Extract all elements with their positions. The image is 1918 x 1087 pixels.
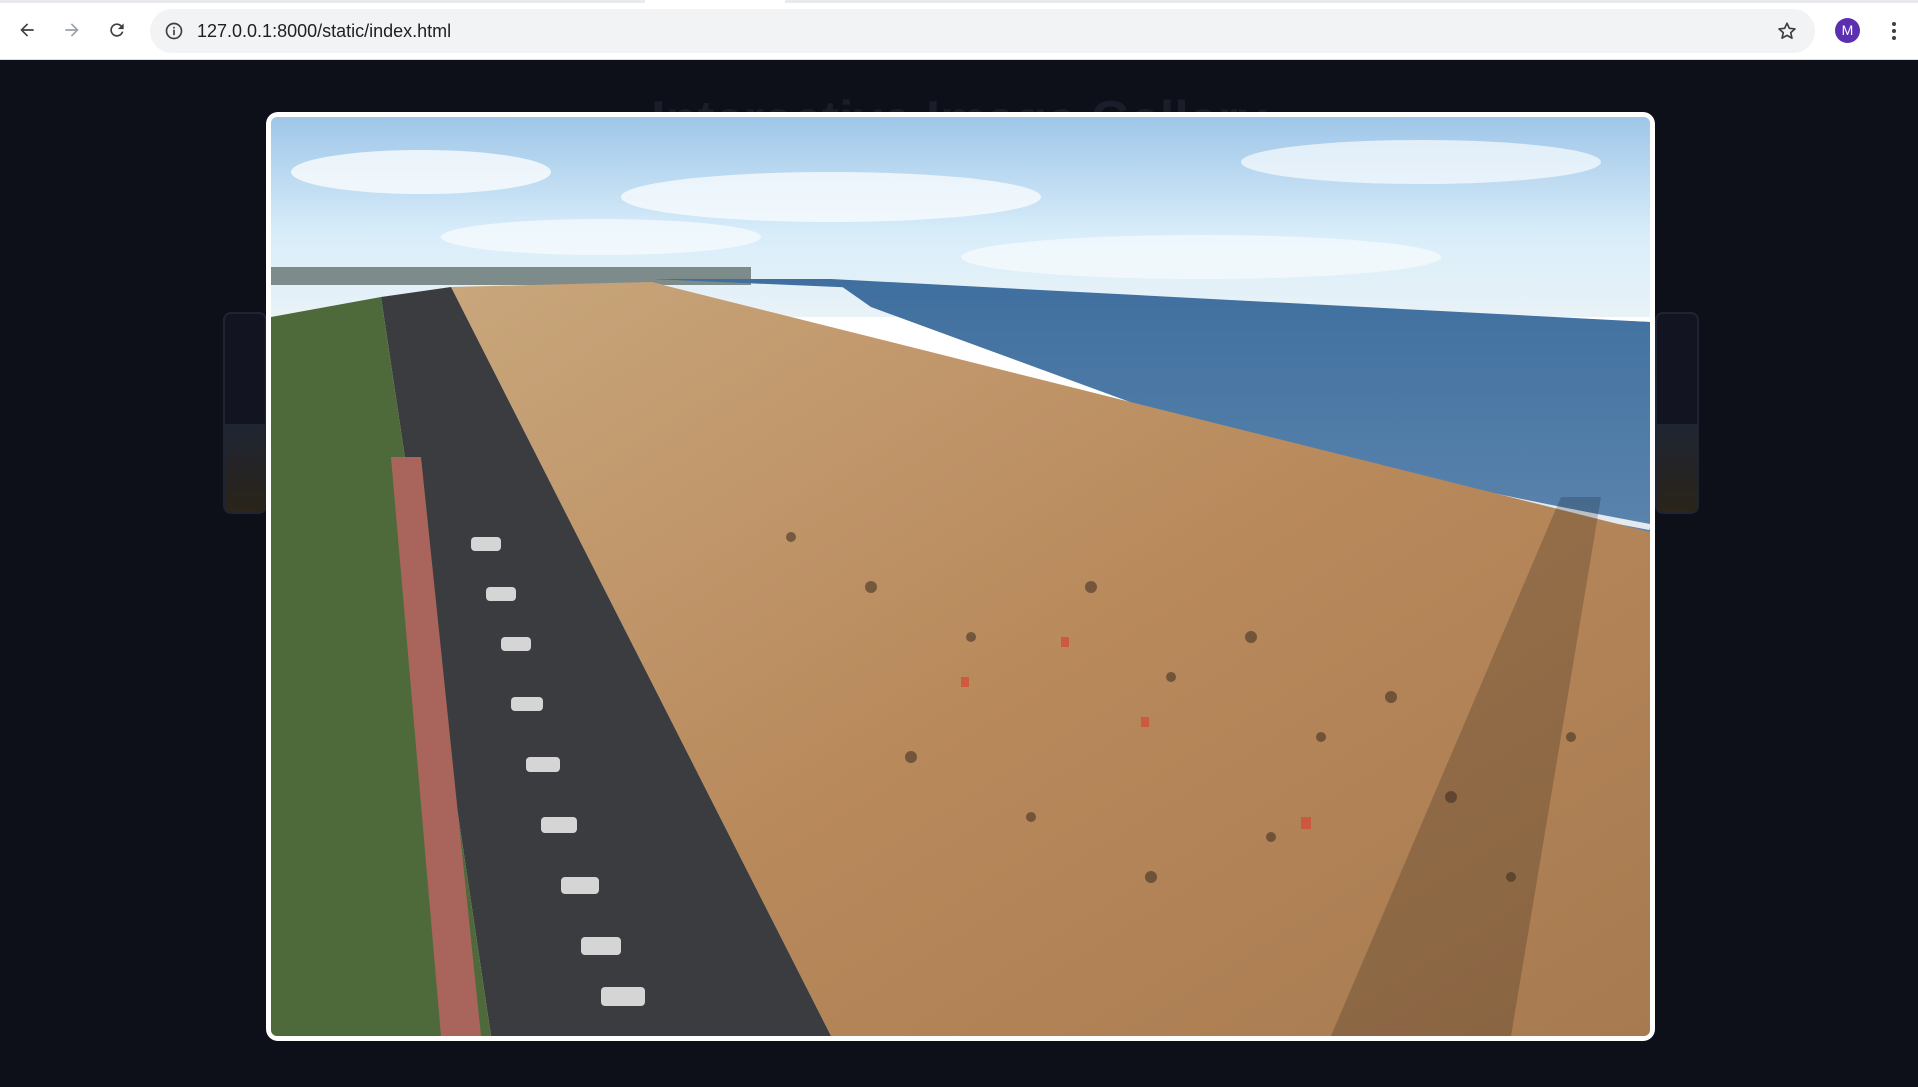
reload-icon	[110, 23, 124, 37]
forward-button[interactable]	[55, 13, 89, 47]
bookmark-button[interactable]	[1773, 17, 1801, 45]
gallery-card-left[interactable]	[223, 312, 267, 514]
kebab-menu-icon	[1892, 22, 1896, 40]
profile-avatar[interactable]: M	[1835, 18, 1860, 43]
site-info-button[interactable]	[160, 17, 188, 45]
back-button[interactable]	[10, 13, 44, 47]
info-icon	[165, 22, 183, 40]
forward-arrow-icon	[65, 23, 79, 37]
aerial-beach-photo	[271, 117, 1650, 1036]
url-text[interactable]: 127.0.0.1:8000/static/index.html	[197, 9, 451, 53]
lightbox-image-frame[interactable]	[266, 112, 1655, 1041]
browser-toolbar: 127.0.0.1:8000/static/index.html M	[0, 0, 1918, 60]
address-bar[interactable]: 127.0.0.1:8000/static/index.html	[150, 9, 1815, 53]
reload-button[interactable]	[100, 13, 134, 47]
browser-menu-button[interactable]	[1880, 14, 1908, 48]
back-arrow-icon	[20, 23, 34, 37]
star-icon	[1778, 22, 1796, 39]
gallery-card-right[interactable]	[1655, 312, 1699, 514]
tab-strip-edge-right	[785, 0, 1918, 3]
tab-strip-edge	[0, 0, 645, 3]
